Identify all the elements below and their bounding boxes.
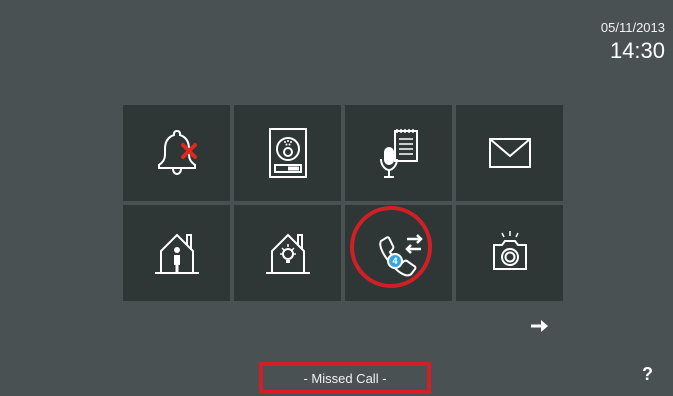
voice-memo-tile[interactable] [345,105,452,201]
help-button[interactable]: ? [642,364,653,385]
status-bar: - Missed Call - [259,362,431,394]
voice-memo-icon [379,129,418,178]
call-log-tile[interactable]: 4 [345,205,452,301]
home-automation-lights-tile[interactable] [234,205,341,301]
menu-grid: 4 [123,105,563,301]
datetime: 05/11/2013 14:30 [601,20,665,64]
envelope-icon [488,138,531,168]
missed-call-count: 4 [392,256,398,266]
door-entry-panel-tile[interactable] [234,105,341,201]
arrow-right-icon [531,320,548,332]
house-light-icon [265,233,310,274]
house-person-icon [154,233,199,274]
bell-muted-icon [157,129,197,176]
messages-tile[interactable] [456,105,563,201]
missed-call-badge: 4 [387,253,403,269]
door-panel-icon [268,128,307,178]
home-automation-presence-tile[interactable] [123,205,230,301]
camera-icon [492,231,527,270]
camera-photos-tile[interactable] [456,205,563,301]
status-text: - Missed Call - [303,370,387,386]
do-not-disturb-tile[interactable] [123,105,230,201]
date-label: 05/11/2013 [600,20,665,35]
time-label: 14:30 [609,38,665,63]
next-page-button[interactable] [530,318,550,339]
